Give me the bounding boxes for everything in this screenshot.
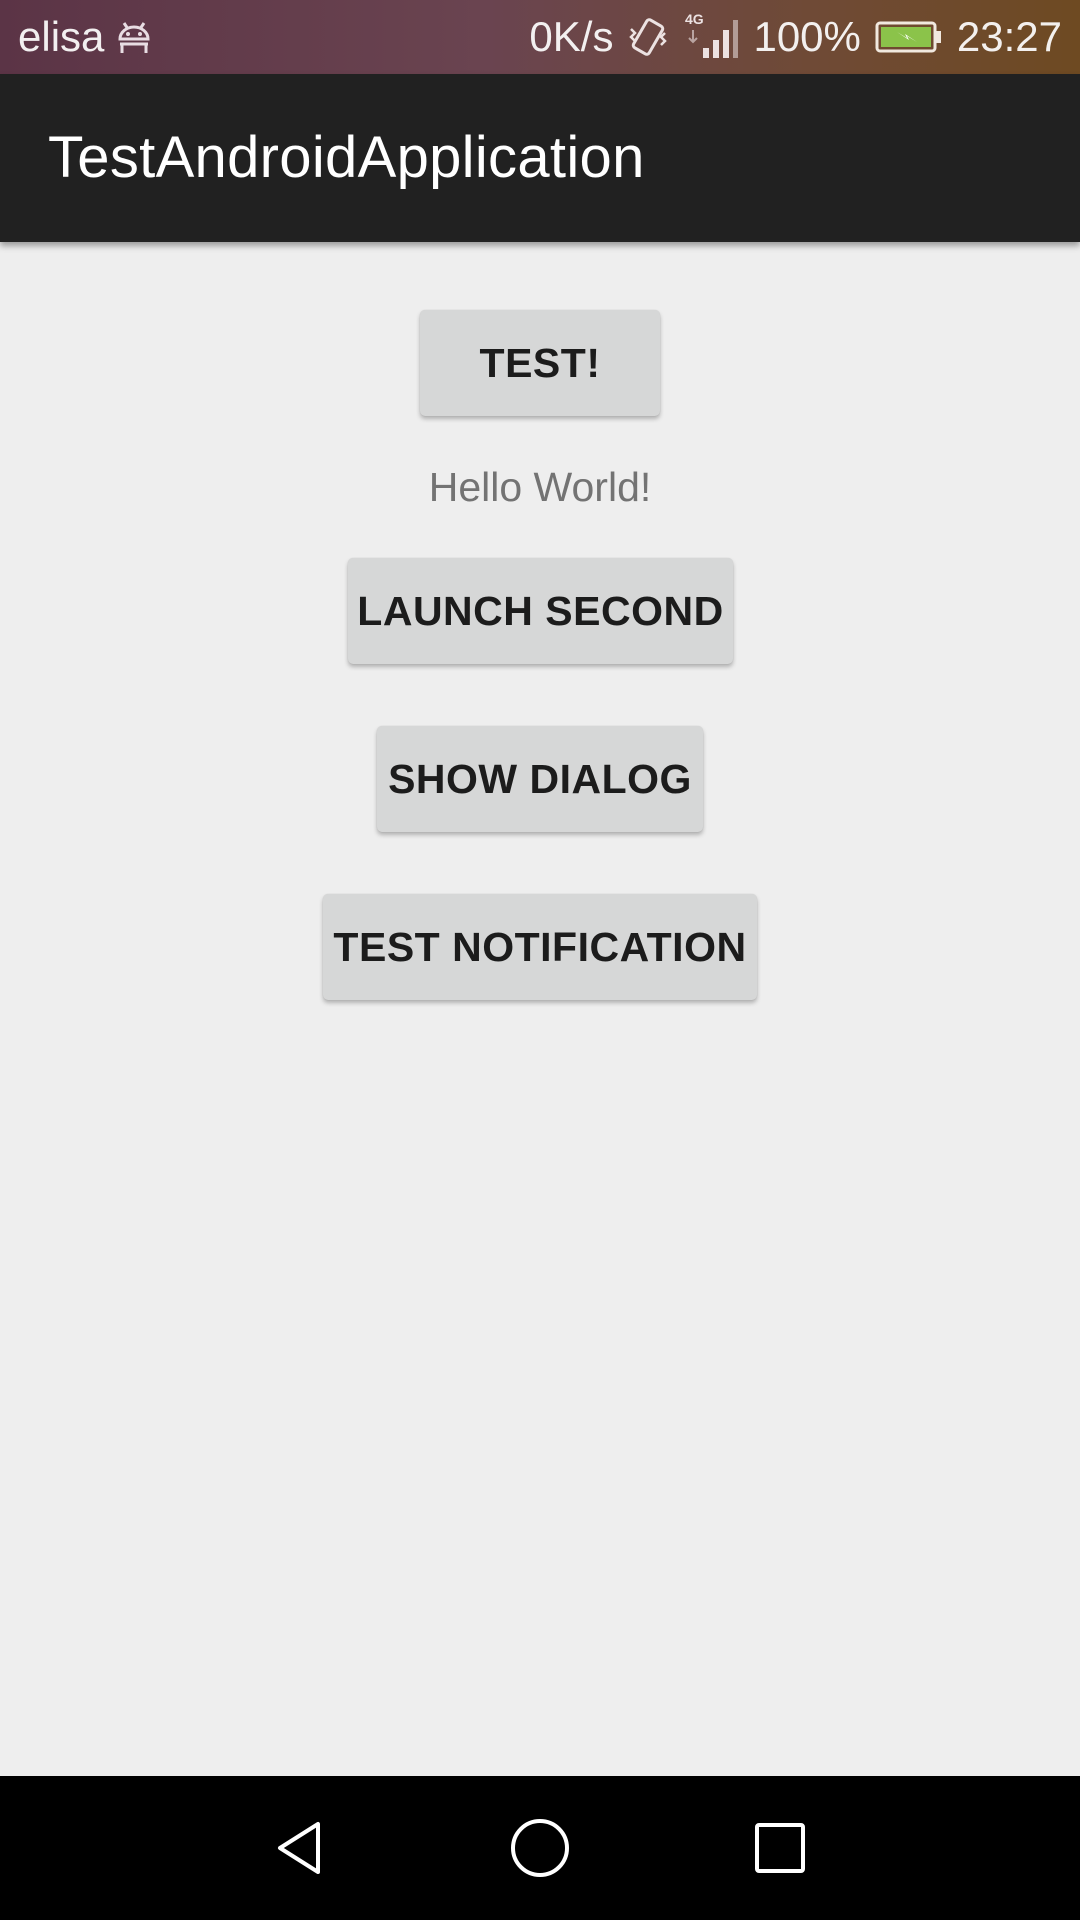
clock: 23:27 — [956, 13, 1062, 60]
battery-charging-icon — [875, 20, 943, 54]
hello-text: Hello World! — [428, 464, 652, 510]
recents-button[interactable] — [730, 1798, 830, 1898]
status-right: 0K/s 4G 100% 23:27 — [529, 0, 1062, 74]
vibrate-icon — [627, 15, 669, 59]
signal-icon: 4G — [683, 12, 739, 62]
test-notification-button[interactable]: TEST NOTIFICATION — [323, 894, 757, 1000]
android-debug-icon — [114, 17, 154, 57]
app-title: TestAndroidApplication — [48, 125, 645, 190]
back-button[interactable] — [250, 1798, 350, 1898]
home-button[interactable] — [490, 1798, 590, 1898]
network-speed: 0K/s — [529, 13, 614, 60]
battery-percent: 100% — [753, 13, 861, 60]
show-dialog-button[interactable]: SHOW DIALOG — [377, 726, 703, 832]
home-icon — [508, 1816, 572, 1880]
network-type-label: 4G — [685, 12, 704, 27]
status-left: elisa — [18, 0, 154, 74]
status-bar: elisa 0K/s 4G 100% 23:27 — [0, 0, 1080, 74]
navigation-bar — [0, 1776, 1080, 1920]
carrier-name: elisa — [18, 13, 105, 60]
recents-icon — [752, 1820, 808, 1876]
back-icon — [270, 1818, 330, 1878]
launch-second-button[interactable]: LAUNCH SECOND — [348, 558, 733, 664]
main-content: TEST! Hello World! LAUNCH SECOND SHOW DI… — [0, 242, 1080, 1776]
screen: elisa 0K/s 4G 100% 23:27 TestAndroidAppl… — [0, 0, 1080, 1920]
test-button[interactable]: TEST! — [420, 310, 660, 416]
app-bar: TestAndroidApplication — [0, 74, 1080, 242]
